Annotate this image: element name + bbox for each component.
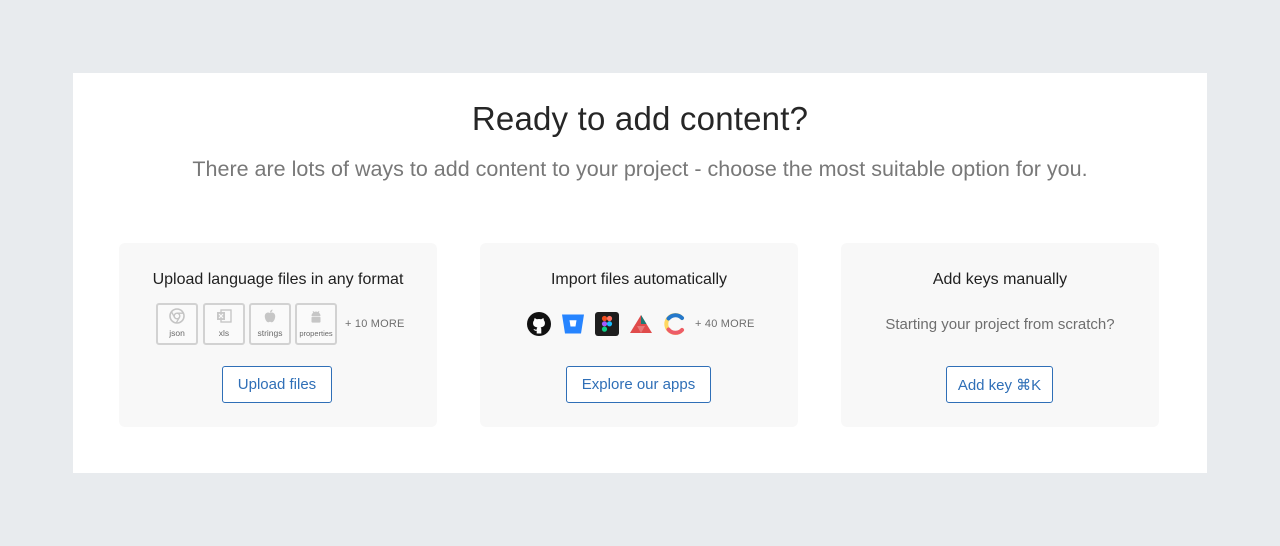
triangle-app-icon	[630, 315, 652, 333]
apple-icon	[264, 309, 276, 323]
file-type-xls: xls	[203, 303, 245, 345]
upload-files-button[interactable]: Upload files	[222, 366, 332, 403]
more-formats-label: + 10 MORE	[345, 318, 405, 330]
file-type-label: properties	[299, 329, 333, 338]
android-icon	[311, 311, 321, 323]
file-type-strings: strings	[249, 303, 291, 345]
add-keys-card-title: Add keys manually	[932, 271, 1068, 288]
scratch-description: Starting your project from scratch?	[885, 316, 1115, 333]
file-type-label: strings	[257, 328, 283, 338]
file-type-properties: properties	[295, 303, 337, 345]
file-type-json: json	[156, 303, 198, 345]
explore-apps-button[interactable]: Explore our apps	[566, 366, 711, 403]
add-key-button[interactable]: Add key ⌘K	[946, 366, 1053, 403]
upload-card-title: Upload language files in any format	[152, 271, 404, 288]
import-card-title: Import files automatically	[550, 271, 728, 288]
figma-icon	[595, 312, 619, 336]
file-type-label: json	[169, 328, 185, 338]
chrome-icon	[169, 308, 185, 324]
more-apps-label: + 40 MORE	[695, 318, 755, 330]
page-title: Ready to add content?	[471, 100, 809, 137]
github-icon	[527, 312, 551, 336]
page-subtitle: There are lots of ways to add content to…	[192, 157, 1088, 181]
contentful-icon	[664, 313, 684, 335]
bitbucket-icon	[562, 314, 584, 334]
excel-icon	[217, 309, 232, 323]
file-type-label: xls	[218, 328, 230, 338]
